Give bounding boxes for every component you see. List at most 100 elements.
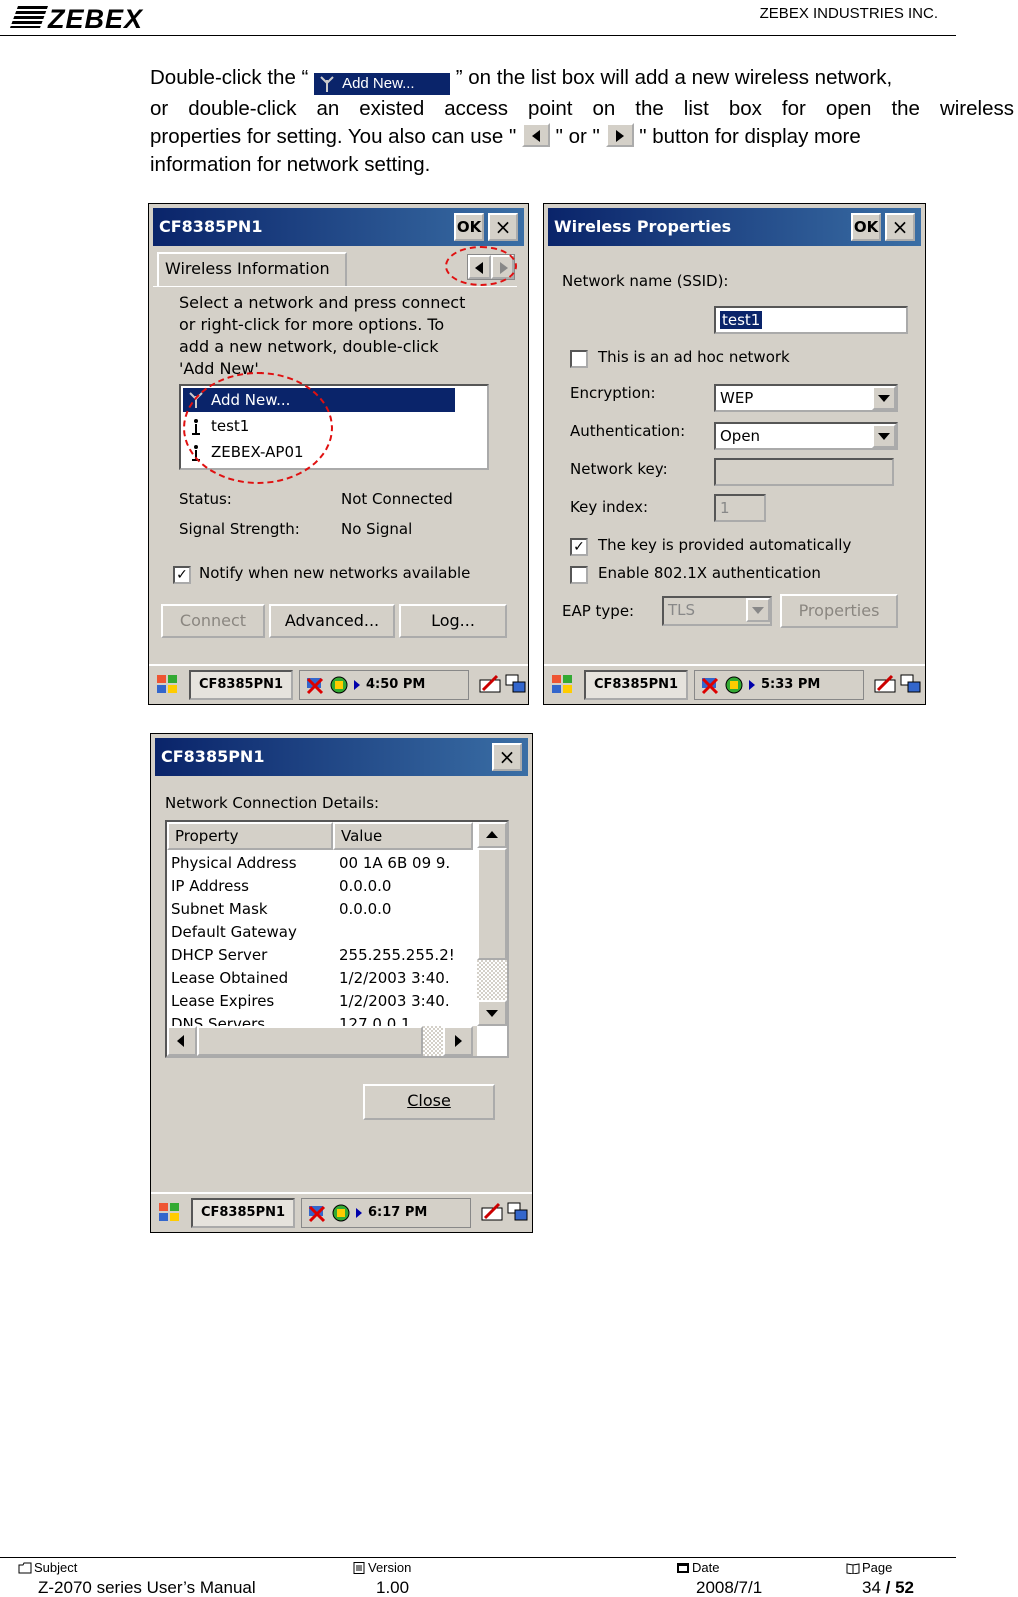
table-row[interactable]: Physical Address 00 1A 6B 09 9. — [171, 852, 473, 875]
input-panel-icon[interactable] — [479, 674, 501, 694]
network-disconnected-icon[interactable] — [304, 675, 326, 695]
title-bar: CF8385PN1 OK × — [153, 208, 524, 246]
taskbar: CF8385PN1 4:50 PM — [149, 664, 528, 704]
down-arrow-icon — [486, 1010, 498, 1017]
row-property: Lease Obtained — [171, 969, 289, 987]
ok-button[interactable]: OK — [851, 213, 881, 241]
calendar-icon — [677, 1562, 689, 1573]
vertical-scrollbar[interactable] — [477, 822, 507, 1026]
row-property: Physical Address — [171, 854, 297, 872]
taskbar-app-button[interactable]: CF8385PN1 — [584, 670, 688, 700]
windows-start-icon[interactable] — [155, 673, 179, 695]
tab-divider — [153, 286, 517, 287]
tray-expand-icon[interactable] — [354, 680, 360, 690]
taskbar-app-button[interactable]: CF8385PN1 — [191, 1198, 295, 1228]
instructions-text: Select a network and press connect or ri… — [179, 293, 466, 378]
folder-icon — [18, 1562, 32, 1573]
chevron-down-icon[interactable] — [746, 598, 770, 622]
scroll-right-button[interactable] — [443, 1026, 473, 1056]
clock-time: 5:33 PM — [761, 677, 821, 692]
network-disconnected-icon[interactable] — [306, 1203, 328, 1223]
table-row[interactable]: IP Address 0.0.0.0 — [171, 875, 473, 898]
para-line-4: information for network setting. — [150, 153, 431, 176]
authentication-select[interactable]: Open — [714, 422, 898, 450]
ok-button[interactable]: OK — [454, 213, 484, 241]
wireless-status-icon[interactable] — [330, 1203, 352, 1223]
advanced-button[interactable]: Advanced... — [269, 604, 395, 638]
window-switch-icon[interactable] — [507, 1202, 529, 1222]
h-scroll-thumb[interactable] — [197, 1026, 423, 1056]
enable-8021x-checkbox[interactable] — [570, 566, 588, 584]
system-tray: 5:33 PM — [694, 670, 864, 700]
instruction-paragraph: Double-click the “ Add New... ” on the l… — [150, 64, 1014, 179]
input-panel-icon[interactable] — [874, 674, 896, 694]
row-value: 0.0.0.0 — [339, 900, 392, 918]
title-bar: Wireless Properties OK × — [548, 208, 921, 246]
up-arrow-icon — [486, 831, 498, 838]
wireless-status-icon[interactable] — [723, 675, 745, 695]
inline-left-arrow-icon — [521, 123, 550, 147]
row-value: 00 1A 6B 09 9. — [339, 854, 451, 872]
screen-wireless-information: CF8385PN1 OK × Wireless Information Sele… — [148, 203, 529, 705]
para-line-3: properties for setting. You also can use… — [150, 123, 861, 148]
windows-start-icon[interactable] — [550, 673, 574, 695]
network-key-input[interactable] — [714, 458, 894, 486]
h-scroll-track[interactable] — [423, 1026, 443, 1056]
close-dialog-button[interactable]: Close — [363, 1084, 495, 1120]
auto-key-checkbox[interactable]: ✓ — [570, 538, 588, 556]
key-index-input[interactable]: 1 — [714, 494, 766, 522]
row-property: DHCP Server — [171, 946, 268, 964]
eap-type-select[interactable]: TLS — [662, 596, 772, 626]
tray-expand-icon[interactable] — [749, 680, 755, 690]
wireless-status-icon[interactable] — [328, 675, 350, 695]
clock-time: 4:50 PM — [366, 677, 426, 692]
chevron-down-icon[interactable] — [872, 386, 896, 410]
chevron-down-icon[interactable] — [872, 424, 896, 448]
tray-expand-icon[interactable] — [356, 1208, 362, 1218]
system-tray: 6:17 PM — [301, 1198, 471, 1228]
scroll-down-button[interactable] — [477, 1000, 507, 1026]
taskbar-app-button[interactable]: CF8385PN1 — [189, 670, 293, 700]
column-header-property[interactable]: Property — [167, 822, 333, 850]
adhoc-checkbox[interactable] — [570, 350, 588, 368]
ssid-input[interactable]: test1 — [714, 306, 908, 334]
tab-wireless-information[interactable]: Wireless Information — [157, 252, 347, 286]
row-property: Subnet Mask — [171, 900, 268, 918]
column-header-value[interactable]: Value — [333, 822, 473, 850]
input-panel-icon[interactable] — [481, 1202, 503, 1222]
window-switch-icon[interactable] — [505, 674, 527, 694]
horizontal-scrollbar[interactable] — [167, 1026, 477, 1056]
scroll-up-button[interactable] — [477, 822, 507, 848]
close-button[interactable]: × — [885, 213, 915, 241]
scroll-thumb[interactable] — [477, 848, 507, 960]
windows-start-icon[interactable] — [157, 1201, 181, 1223]
network-disconnected-icon[interactable] — [699, 675, 721, 695]
log-button[interactable]: Log... — [399, 604, 507, 638]
signal-strength-label: Signal Strength: — [179, 520, 300, 538]
clock-time: 6:17 PM — [368, 1205, 428, 1220]
table-row[interactable]: Lease Obtained 1/2/2003 3:40. — [171, 967, 473, 990]
ssid-label: Network name (SSID): — [562, 272, 729, 290]
connect-button[interactable]: Connect — [161, 604, 265, 638]
footer-version: 1.00 — [376, 1578, 410, 1597]
notify-checkbox[interactable]: ✓ — [173, 566, 191, 584]
window-switch-icon[interactable] — [900, 674, 922, 694]
row-property: IP Address — [171, 877, 249, 895]
scroll-left-button[interactable] — [167, 1026, 197, 1056]
screen-wireless-properties: Wireless Properties OK × Network name (S… — [543, 203, 926, 705]
scroll-track[interactable] — [477, 960, 507, 1000]
highlight-circle — [183, 372, 333, 484]
key-index-label: Key index: — [570, 498, 649, 516]
footer-subject-label: Subject — [18, 1560, 77, 1575]
table-row[interactable]: Subnet Mask 0.0.0.0 — [171, 898, 473, 921]
encryption-select[interactable]: WEP — [714, 384, 898, 412]
close-button[interactable]: × — [492, 743, 522, 771]
properties-button[interactable]: Properties — [780, 594, 898, 628]
table-row[interactable]: Default Gateway — [171, 921, 473, 944]
table-row[interactable]: Lease Expires 1/2/2003 3:40. — [171, 990, 473, 1013]
close-button[interactable]: × — [488, 213, 518, 241]
header-rule — [0, 35, 956, 36]
status-label: Status: — [179, 490, 232, 508]
table-row[interactable]: DHCP Server 255.255.255.2! — [171, 944, 473, 967]
book-icon — [846, 1562, 860, 1574]
